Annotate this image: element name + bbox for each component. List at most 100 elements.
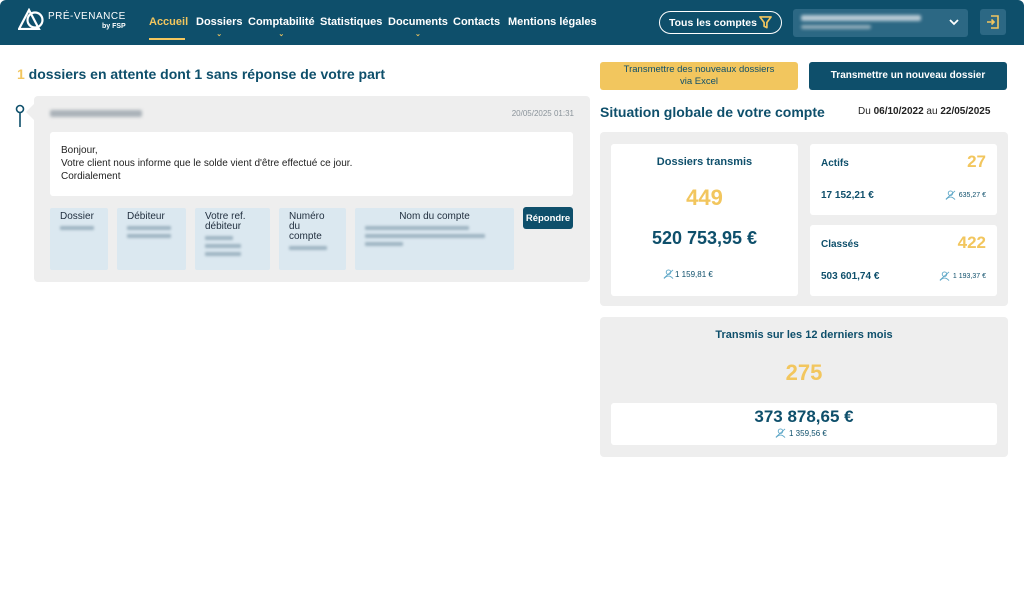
user-average-icon <box>775 428 786 438</box>
panel-title: Transmis sur les 12 derniers mois <box>715 329 893 341</box>
redacted-value <box>365 242 403 246</box>
user-detail-redacted <box>801 25 871 29</box>
message-card: 20/05/2025 01:31 Bonjour, Votre client n… <box>26 96 590 282</box>
user-average-icon <box>945 190 956 200</box>
user-average-icon <box>939 271 950 281</box>
chevron-down-icon <box>949 19 959 26</box>
card-average: 1 193,37 € <box>939 271 986 281</box>
sender-name-redacted <box>50 110 142 117</box>
brand-name: PRÉ-VENANCE <box>48 11 126 22</box>
nav-accueil[interactable]: Accueil <box>149 16 189 40</box>
period-from: 06/10/2022 <box>873 106 924 117</box>
nav-dossiers[interactable]: Dossiers ⌄ <box>196 16 243 38</box>
period-to: 22/05/2025 <box>940 106 991 117</box>
average-value: 1 359,56 € <box>789 429 827 438</box>
classes-card: Classés 422 503 601,74 € 1 193,37 € <box>810 225 997 296</box>
info-label: Dossier <box>60 211 94 222</box>
nav-contacts[interactable]: Contacts <box>453 16 500 28</box>
panel-amount: 373 878,65 € <box>754 407 854 426</box>
nav-comptabilite[interactable]: Comptabilité ⌄ <box>248 16 315 38</box>
nav-label: Statistiques <box>320 16 383 28</box>
card-title: Dossiers transmis <box>656 156 753 168</box>
nav-label: Dossiers <box>196 16 243 28</box>
logout-icon <box>987 15 999 29</box>
pending-dossiers-title: 1 dossiers en attente dont 1 sans répons… <box>17 66 385 82</box>
info-numero-compte: Numéro du compte <box>279 208 346 270</box>
nav-label: Contacts <box>453 16 501 28</box>
period-to-label: au <box>926 106 938 117</box>
last-12-months-panel: Transmis sur les 12 derniers mois 275 37… <box>600 317 1008 457</box>
reply-button[interactable]: Répondre <box>523 207 573 229</box>
message-notch <box>26 104 34 120</box>
redacted-value <box>127 226 171 230</box>
nav-label: Accueil <box>149 16 189 28</box>
message-greeting: Bonjour, <box>61 145 98 156</box>
info-votre-ref: Votre ref. débiteur <box>195 208 270 270</box>
nav-mentions-legales[interactable]: Mentions légales <box>508 16 597 28</box>
user-name-redacted <box>801 15 921 21</box>
account-filter-button[interactable]: Tous les comptes <box>659 11 782 34</box>
redacted-value <box>60 226 94 230</box>
period-range: Du 06/10/2022 au 22/05/2025 <box>858 106 990 117</box>
timeline-pin-icon <box>15 104 25 127</box>
info-label: débiteur <box>205 221 242 232</box>
transmit-excel-button[interactable]: Transmettre des nouveaux dossiers via Ex… <box>600 62 798 90</box>
average-value: 1 159,81 € <box>675 270 713 279</box>
panel-count: 275 <box>785 360 823 385</box>
redacted-value <box>365 226 469 230</box>
message-text: Votre client nous informe que le solde v… <box>61 158 353 169</box>
filter-label: Tous les comptes <box>669 17 757 29</box>
info-label: Débiteur <box>127 211 165 222</box>
info-label: compte <box>289 231 322 242</box>
card-amount: 17 152,21 € <box>821 190 874 201</box>
brand-logo[interactable]: PRÉ-VENANCE by FSP <box>18 8 128 36</box>
redacted-value <box>127 234 171 238</box>
chevron-down-icon: ⌄ <box>216 31 223 38</box>
situation-title: Situation globale de votre compte <box>600 104 825 120</box>
info-debiteur: Débiteur <box>117 208 186 270</box>
nav-statistiques[interactable]: Statistiques <box>320 16 382 28</box>
active-underline <box>149 38 185 40</box>
info-nom-compte: Nom du compte <box>355 208 514 270</box>
button-label: via Excel <box>679 76 718 87</box>
message-date: 20/05/2025 01:31 <box>511 109 574 118</box>
last-12-amount-card: 373 878,65 € 1 359,56 € <box>611 403 997 445</box>
filter-icon <box>759 16 772 29</box>
redacted-value <box>205 236 233 240</box>
user-account-dropdown[interactable] <box>793 9 968 37</box>
pending-count: 1 <box>17 66 25 82</box>
dossiers-transmis-card: Dossiers transmis 449 520 753,95 € 1 159… <box>611 144 798 296</box>
redacted-value <box>365 234 485 238</box>
period-from-label: Du <box>858 106 871 117</box>
card-title: Actifs <box>821 158 849 169</box>
pending-text: dossiers en attente dont 1 sans réponse … <box>24 66 386 82</box>
chevron-down-icon: ⌄ <box>278 31 285 38</box>
message-body: Bonjour, Votre client nous informe que l… <box>50 132 573 196</box>
nav-label: Comptabilité <box>248 16 315 28</box>
global-stats-panel: Dossiers transmis 449 520 753,95 € 1 159… <box>600 132 1008 306</box>
transmit-new-dossier-button[interactable]: Transmettre un nouveau dossier <box>809 62 1007 90</box>
user-average-icon <box>663 269 674 279</box>
card-title: Classés <box>821 239 859 250</box>
panel-average: 1 359,56 € <box>775 428 827 438</box>
logo-icon <box>18 8 44 30</box>
redacted-value <box>205 244 241 248</box>
info-dossier: Dossier <box>50 208 108 270</box>
nav-documents[interactable]: Documents ⌄ <box>388 16 448 38</box>
message-closing: Cordialement <box>61 171 121 182</box>
card-amount: 520 753,95 € <box>651 228 758 248</box>
top-navbar: PRÉ-VENANCE by FSP Accueil Dossiers ⌄ Co… <box>0 0 1024 45</box>
chevron-down-icon: ⌄ <box>414 31 421 38</box>
card-count: 449 <box>686 185 723 210</box>
redacted-value <box>205 252 241 256</box>
nav-label: Documents <box>388 16 448 28</box>
info-label: Nom du compte <box>399 211 470 222</box>
redacted-value <box>289 246 327 250</box>
average-value: 1 193,37 € <box>952 273 986 280</box>
card-amount: 503 601,74 € <box>821 271 880 282</box>
card-average: 1 159,81 € <box>663 269 713 279</box>
card-average: 635,27 € <box>945 190 986 200</box>
logout-button[interactable] <box>980 9 1006 35</box>
card-count: 27 <box>967 152 986 171</box>
nav-label: Mentions légales <box>508 16 597 28</box>
